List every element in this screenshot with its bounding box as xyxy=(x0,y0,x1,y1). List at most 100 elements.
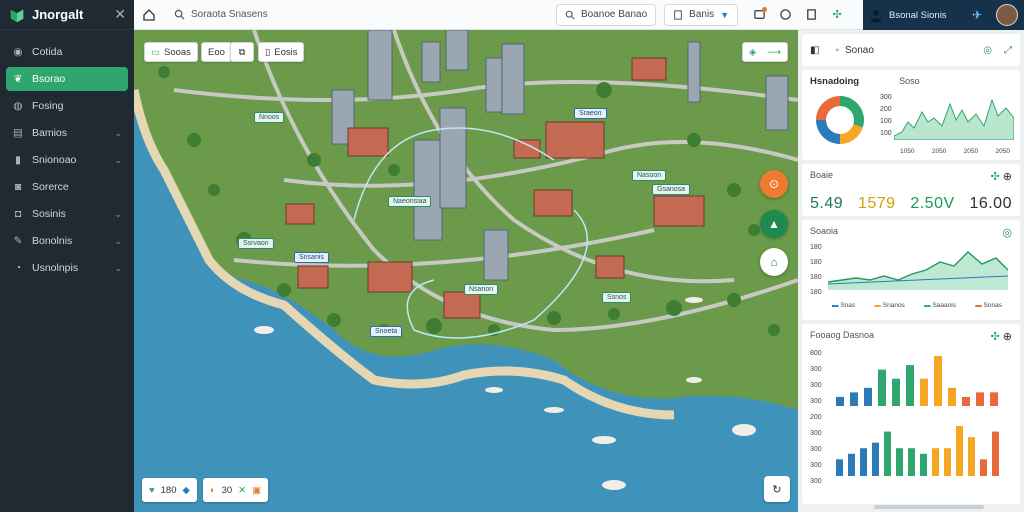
map-label[interactable]: Ssrvaon xyxy=(238,238,274,249)
map-chip-filter[interactable]: ▭ Sooas xyxy=(144,42,198,62)
pin-icon: ✎ xyxy=(13,235,23,247)
home-icon[interactable] xyxy=(134,0,164,30)
search-icon xyxy=(174,9,185,20)
panel-scrollbar[interactable] xyxy=(874,505,984,509)
trend-title: Soaoia xyxy=(810,226,839,236)
sidebar-item-7[interactable]: ✎ Bonolnis ⌄ xyxy=(6,229,128,253)
app-root: Jnorgalt ✕ ◉ Cotida ❦ Bsorao ◍ Fosing ▤ Bamios ⌄… xyxy=(0,0,1024,512)
filter-icon: ▭ xyxy=(151,46,160,58)
sidebar-item-3[interactable]: ▤ Bamios ⌄ xyxy=(6,121,128,145)
apps-icon[interactable]: ✣ ⊕ xyxy=(991,330,1013,343)
map-label[interactable]: Gsanosa xyxy=(652,184,691,195)
y-tick: 300 xyxy=(810,430,822,437)
y-tick: 200 xyxy=(810,414,822,421)
refresh-button[interactable]: ↻ xyxy=(764,476,790,502)
avatar[interactable] xyxy=(996,4,1018,26)
help-icon[interactable]: ◎ xyxy=(1002,226,1012,239)
map-stat-a[interactable]: ♥ 180 ◆ xyxy=(142,478,197,502)
donut-slice xyxy=(840,124,863,144)
map-label[interactable]: Sraeon xyxy=(574,108,607,119)
bar xyxy=(850,392,858,406)
chevron-down-icon: ⌄ xyxy=(114,208,122,219)
map-label[interactable]: Snoeta xyxy=(370,326,403,337)
bar xyxy=(968,437,975,476)
notification-badge xyxy=(762,6,768,12)
bar xyxy=(848,453,855,476)
navigate-up-button[interactable]: ▲ xyxy=(760,210,788,238)
notification-icon[interactable] xyxy=(746,2,772,28)
sidebar-item-label: Cotida xyxy=(32,46,63,58)
sidebar-item-4[interactable]: ▮ Snionoao ⌄ xyxy=(6,148,128,172)
map-chip-view[interactable]: ⧉ xyxy=(230,42,254,62)
brand: Jnorgalt ✕ xyxy=(0,0,134,30)
chevron-down-icon: ⌄ xyxy=(114,127,122,138)
sidebar-item-1[interactable]: ❦ Bsorao xyxy=(6,67,128,91)
refresh-icon[interactable]: ◎ xyxy=(983,45,992,56)
boat-icon: ◆ xyxy=(182,484,190,496)
sidebar-item-5[interactable]: ◙ Sorerce xyxy=(6,175,128,199)
map-pin-button[interactable]: ⌂ xyxy=(760,248,788,276)
chevron-down-icon: ⌄ xyxy=(114,262,122,273)
map-label[interactable]: Nsanon xyxy=(464,284,499,295)
donut-slice xyxy=(816,120,840,144)
kpi-row: 5.49 1579 2.50V 16.00 xyxy=(810,195,1012,213)
arrow-icon: ⟶ xyxy=(767,46,781,58)
bar xyxy=(908,448,915,476)
close-icon[interactable]: ✕ xyxy=(114,6,126,23)
map-label[interactable]: Nasoon xyxy=(632,170,667,181)
trend-chart xyxy=(828,251,1008,290)
expand-icon[interactable]: ⤢ xyxy=(1004,45,1012,56)
sidebar-item-2[interactable]: ◍ Fosing xyxy=(6,94,128,118)
axis-tick: 100 xyxy=(880,118,892,125)
apps-icon[interactable]: ✣ xyxy=(824,2,850,28)
trend-legend: ▬ Snas ▬ Snanos ▬ Saaanis ▬ Sonas xyxy=(832,302,1002,309)
analysis-title: Hsnadoing xyxy=(810,76,860,87)
map-label[interactable]: Snsanis xyxy=(294,252,329,263)
info-icon: ◔ xyxy=(14,262,22,274)
leaf-icon: ♥ xyxy=(149,484,155,496)
chevron-down-icon: ⌄ xyxy=(114,235,122,246)
right-panel: ◧ ◦ Sonao ◎ ⤢ Hsnadoing Soso 300 200 100 10… xyxy=(798,30,1024,512)
sidebar-item-label: Bsorao xyxy=(32,73,66,85)
map-chip-eosis[interactable]: ▯ Eosis xyxy=(258,42,305,62)
map-stat-a-value: 180 xyxy=(160,484,177,496)
map-chip-eoo[interactable]: Eoo xyxy=(201,42,232,62)
filter-icon[interactable]: ◦ xyxy=(835,45,839,56)
donut-slice xyxy=(840,96,864,128)
panel-title: Sonao xyxy=(845,44,874,56)
map-label[interactable]: Nnoos xyxy=(254,112,285,123)
topbar-pill-2[interactable]: Banis ▼ xyxy=(664,3,739,26)
folder-icon: ▮ xyxy=(15,154,21,166)
sidebar-item-label: Sosinis xyxy=(32,208,66,220)
area-chart xyxy=(894,98,1014,140)
help-icon[interactable] xyxy=(772,2,798,28)
y-tick: 180 xyxy=(810,274,822,281)
kpi-value: 5.49 xyxy=(810,195,844,212)
logo-icon xyxy=(10,9,24,22)
location-button[interactable]: ⊙ xyxy=(760,170,788,198)
back-icon[interactable]: ◧ xyxy=(810,45,819,56)
bar xyxy=(864,387,872,406)
map-stat-b[interactable]: ◐ 30 ✕ ▣ xyxy=(202,478,269,502)
sidebar: Jnorgalt ✕ ◉ Cotida ❦ Bsorao ◍ Fosing ▤ Bamios ⌄… xyxy=(0,0,134,512)
star-icon[interactable]: ✣ ⊕ xyxy=(991,170,1013,183)
map-tools[interactable]: ◈ ⟶ xyxy=(742,42,788,62)
bar xyxy=(878,369,886,406)
sidebar-item-0[interactable]: ◉ Cotida xyxy=(6,40,128,64)
map-view[interactable]: ▭ Sooas Eoo ⧉ ▯ Eosis ◈ ⟶ Nnoos Naeonsia… xyxy=(134,30,798,512)
bars-card: Fooaog Dasnoa ✣ ⊕ 800 300 300 300 200 300 300 3… xyxy=(802,324,1020,504)
map-label[interactable]: Ssnos xyxy=(602,292,632,303)
topbar-pill-1[interactable]: Boanoe Banao xyxy=(556,3,657,26)
user-block[interactable]: Bsonal Sionis ✈ xyxy=(863,0,1024,30)
user-name: Bsonal Sionis xyxy=(889,9,947,21)
clipboard-icon[interactable] xyxy=(798,2,824,28)
bar xyxy=(962,396,970,406)
y-tick: 300 xyxy=(810,366,822,373)
search-input[interactable] xyxy=(191,9,542,20)
panel-header: ◧ ◦ Sonao ◎ ⤢ xyxy=(802,34,1020,66)
sidebar-item-6[interactable]: ◘ Sosinis ⌄ xyxy=(6,202,128,226)
map-label[interactable]: Naeonsiaa xyxy=(388,196,432,207)
sidebar-item-8[interactable]: ◔ Usnolnpis ⌄ xyxy=(6,256,128,280)
search-box[interactable] xyxy=(168,4,548,26)
bar xyxy=(906,365,914,406)
